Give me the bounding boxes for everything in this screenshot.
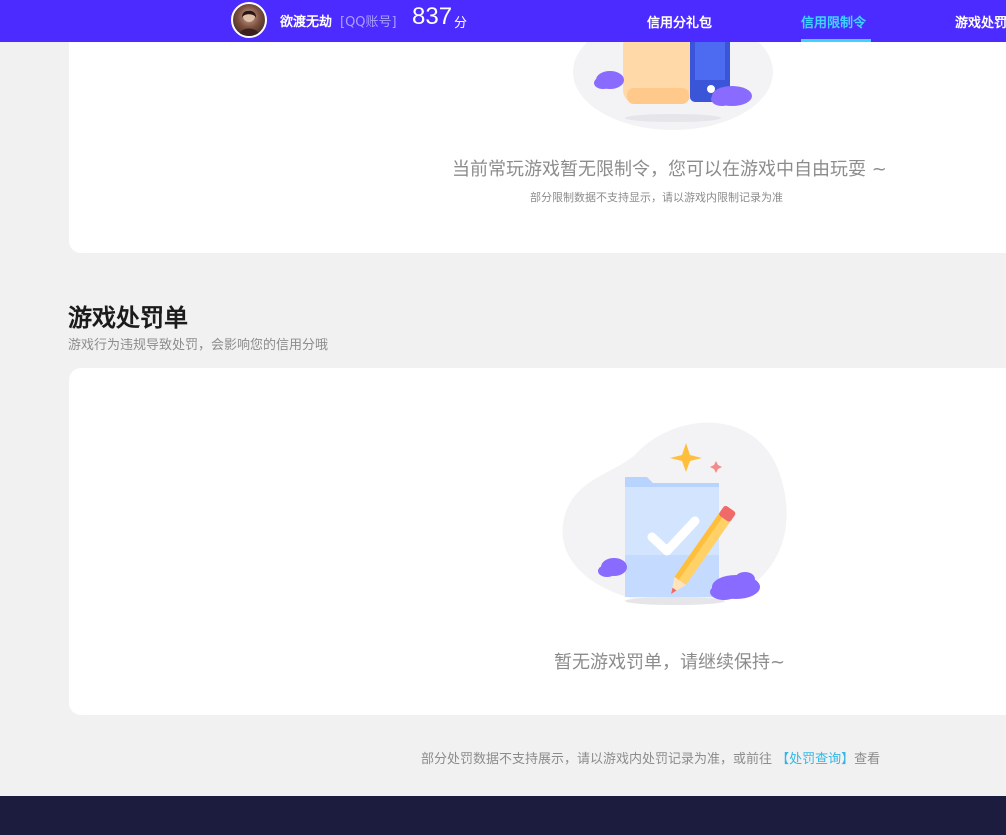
page-footer — [0, 796, 1006, 835]
penalty-query-link[interactable]: 【处罚查询】 — [776, 752, 854, 767]
penalty-card — [69, 368, 1006, 715]
footnote-text-after: 查看 — [854, 752, 881, 767]
nav-credit-restriction[interactable]: 信用限制令 — [801, 12, 866, 31]
user-nickname: 欲渡无劫 — [280, 15, 333, 30]
folder-check-pencil-illustration — [555, 415, 795, 615]
restriction-note: 部分限制数据不支持显示，请以游戏内限制记录为准 — [530, 191, 783, 204]
restriction-empty-message: 当前常玩游戏暂无限制令，您可以在游戏中自由玩耍 ~ — [452, 159, 887, 180]
nav-active-indicator — [801, 39, 871, 42]
section-title: 游戏处罚单 — [68, 304, 188, 332]
credit-score: 837 — [412, 3, 453, 30]
account-type-label: [QQ账号] — [340, 15, 397, 30]
footnote-text: 部分处罚数据不支持展示，请以游戏内处罚记录为准，或前往 — [421, 752, 773, 767]
avatar[interactable] — [231, 2, 267, 38]
nav-credit-gift[interactable]: 信用分礼包 — [647, 12, 712, 31]
credit-score-unit: 分 — [454, 16, 468, 31]
penalty-footnote: 部分处罚数据不支持展示，请以游戏内处罚记录为准，或前往 【处罚查询】查看 — [421, 748, 880, 767]
top-navigation-bar: 欲渡无劫 [QQ账号] 837 分 信用分礼包 信用限制令 游戏处罚单 — [0, 0, 1006, 42]
section-subtitle: 游戏行为违规导致处罚，会影响您的信用分哦 — [68, 338, 329, 353]
nav-game-penalty[interactable]: 游戏处罚单 — [955, 12, 1006, 31]
penalty-empty-message: 暂无游戏罚单，请继续保持~ — [554, 652, 786, 673]
phone-thumbs-up-illustration — [565, 14, 780, 132]
